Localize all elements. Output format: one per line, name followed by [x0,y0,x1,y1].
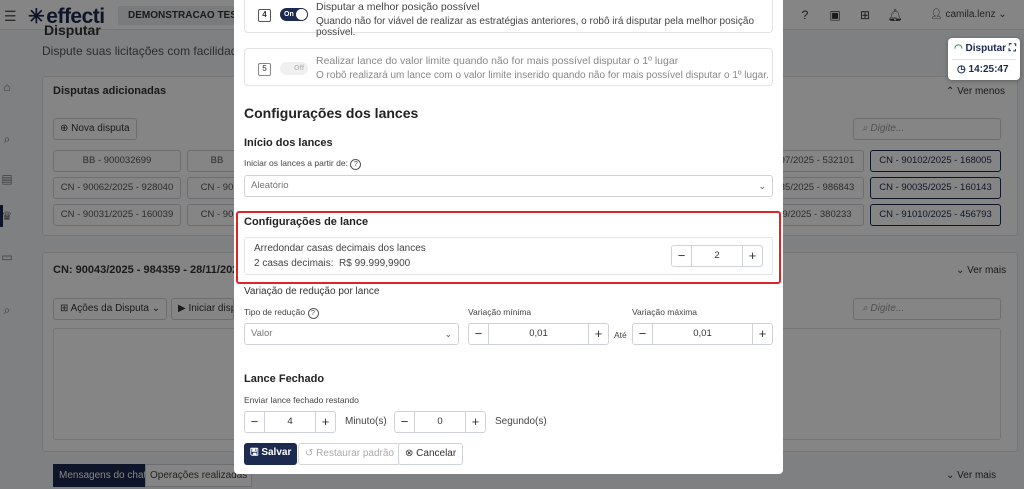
highlight-box [236,211,781,284]
decrement-button[interactable]: − [245,412,265,432]
start-bids-label: Iniciar os lances a partir de: ? [244,158,362,170]
clock-icon: ◷ [957,64,969,75]
strategy-desc: Quando não for viável de realizar as est… [316,16,755,38]
reduction-type-select[interactable]: Valor ⌄ [244,323,459,345]
strategy-card-4: 4 On Disputar a melhor posição possível … [244,0,773,38]
help-icon[interactable]: ? [350,159,362,170]
until-label: Até [614,330,627,340]
decrement-button[interactable]: − [469,324,489,344]
strategy-title: Realizar lance do valor limite quando nã… [316,55,679,67]
save-button[interactable]: 🖫︎ Salvar [244,443,298,465]
seconds-label: Segundo(s) [495,416,547,427]
wifi-icon: ◠ [954,43,966,54]
strategy-desc: O robô realizará um lance com o valor li… [316,70,769,81]
max-variation-stepper[interactable]: − 0,01 + [632,323,773,345]
strategy-title: Disputar a melhor posição possível [316,1,480,13]
bids-settings-title: Configurações dos lances [244,105,419,121]
restore-default-button[interactable]: ↺ Restaurar padrão [298,443,401,465]
minutes-label: Minuto(s) [345,416,387,427]
chevron-down-icon: ⌄ [758,181,766,191]
min-variation-value[interactable]: 0,01 [490,324,587,344]
strategy-card-5: 5 Off Realizar lance do valor limite qua… [244,48,773,86]
minutes-stepper[interactable]: − 4 + [244,411,336,433]
max-variation-label: Variação máxima [632,307,698,317]
decrement-button[interactable]: − [395,412,415,432]
expand-icon[interactable]: ⛶ [1006,43,1016,54]
close-circle-icon: ⊗ [405,448,417,459]
max-variation-value[interactable]: 0,01 [654,324,751,344]
closed-bid-title: Lance Fechado [244,373,325,385]
decrement-button[interactable]: − [633,324,653,344]
strategy-number: 5 [258,63,271,76]
dispute-float-widget[interactable]: ◠ Disputar ⛶ ◷ 14:25:47 [948,38,1020,80]
strategy-5-toggle[interactable]: Off [280,62,308,75]
increment-button[interactable]: + [465,412,485,432]
help-icon[interactable]: ? [307,308,319,319]
start-bids-select[interactable]: Aleatório ⌄ [244,175,773,197]
seconds-value[interactable]: 0 [416,412,464,432]
strategy-number: 4 [258,9,271,22]
closed-bid-label: Enviar lance fechado restando [244,395,359,405]
strategy-4-toggle[interactable]: On [280,8,308,21]
cancel-button[interactable]: ⊗ Cancelar [398,443,464,465]
chevron-down-icon: ⌄ [444,329,452,339]
bid-settings-modal: 4 On Disputar a melhor posição possível … [234,0,783,474]
save-icon: 🖫︎ [250,447,262,458]
variation-title: Variação de redução por lance [244,286,380,297]
undo-icon: ↺ [305,448,317,459]
increment-button[interactable]: + [752,324,772,344]
minutes-value[interactable]: 4 [266,412,314,432]
start-bids-title: Início dos lances [244,137,333,149]
reduction-type-label: Tipo de redução ? [244,307,319,319]
min-variation-label: Variação mínima [468,307,532,317]
increment-button[interactable]: + [315,412,335,432]
seconds-stepper[interactable]: − 0 + [394,411,486,433]
min-variation-stepper[interactable]: − 0,01 + [468,323,609,345]
increment-button[interactable]: + [588,324,608,344]
